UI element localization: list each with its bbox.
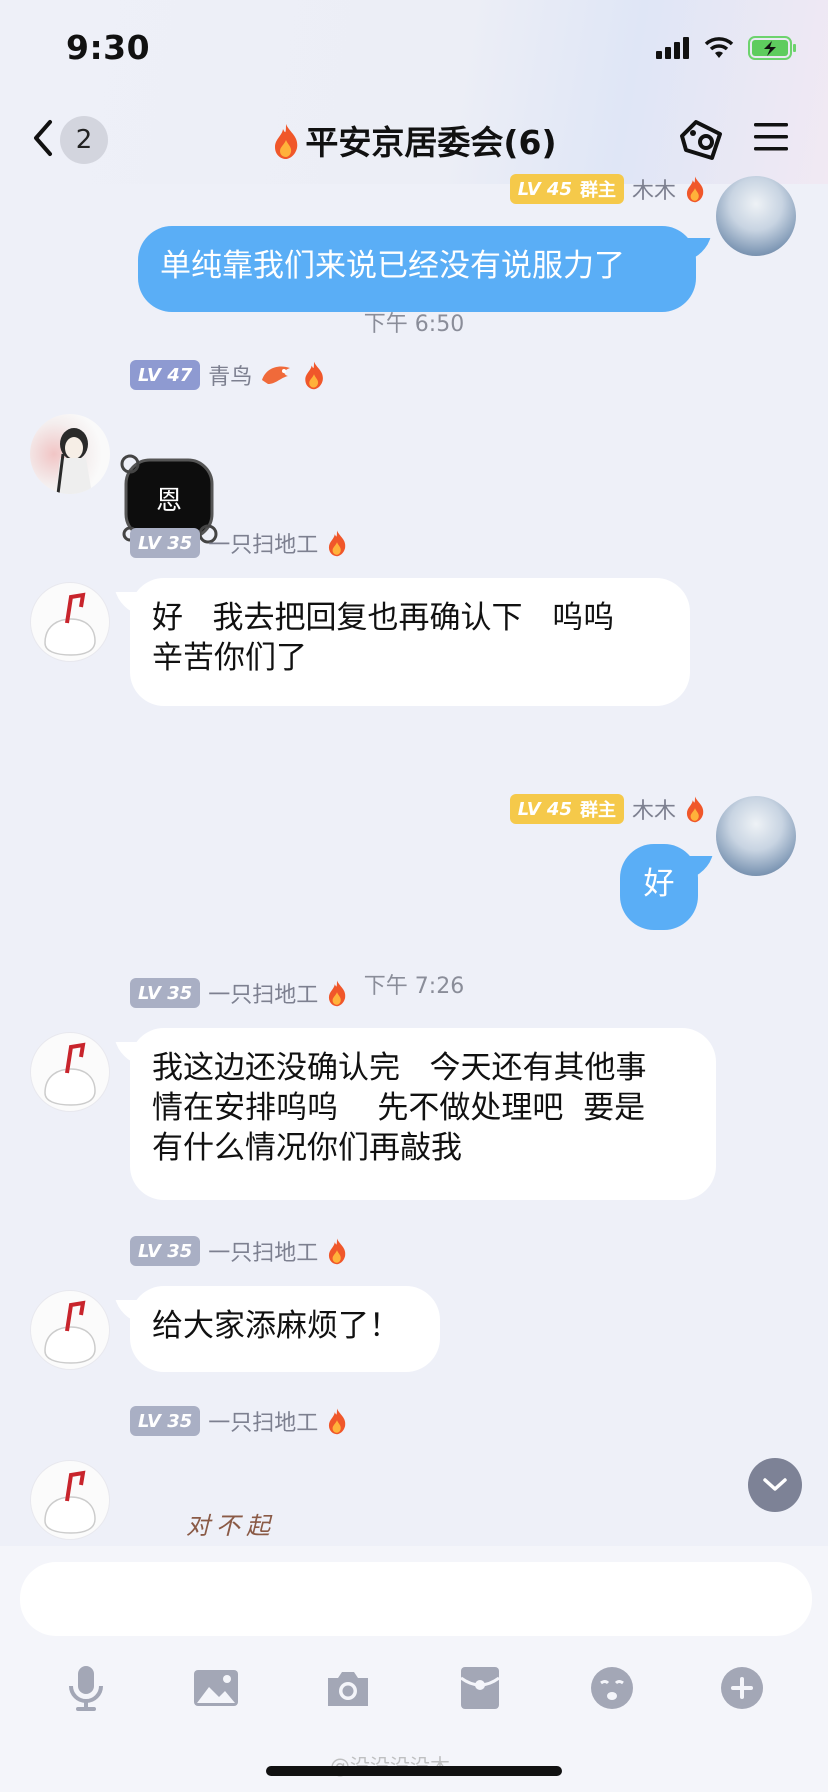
owner-role: 群主 [579, 180, 616, 201]
avatar[interactable] [30, 1290, 110, 1370]
sender-name[interactable]: 木木 [632, 793, 676, 825]
status-time: 9:30 [66, 28, 151, 67]
red-packet-button[interactable] [450, 1658, 510, 1718]
voice-button[interactable] [56, 1658, 116, 1718]
fire-icon [329, 530, 346, 557]
sender-name[interactable]: 一只扫地工 [208, 1405, 318, 1437]
avatar[interactable] [30, 414, 110, 494]
scroll-to-bottom-button[interactable] [748, 1458, 802, 1512]
wifi-icon [704, 37, 734, 58]
owner-role: 群主 [579, 800, 616, 821]
image-button[interactable] [186, 1658, 246, 1718]
chevron-down-icon [763, 1478, 787, 1491]
message-bubble[interactable]: 我这边还没确认完 今天还有其他事 情在安排呜呜 先不做处理吧 要是 有什么情况你… [130, 1028, 716, 1200]
avatar[interactable] [30, 1460, 110, 1540]
sticker-text: 恩 [155, 486, 182, 516]
avatar-illustration [56, 428, 92, 494]
plus-icon [721, 1667, 763, 1709]
dragon-badge-icon [262, 366, 291, 384]
ticket-link-icon[interactable] [676, 114, 726, 164]
message-input[interactable] [20, 1562, 812, 1636]
avatar[interactable] [30, 582, 110, 662]
sender-info: LV 35 一只扫地工 [130, 528, 348, 558]
level-badge: LV 47 [130, 360, 201, 390]
composer-toolbar [0, 1658, 828, 1738]
fire-icon [329, 1238, 346, 1265]
menu-icon[interactable] [752, 120, 790, 154]
level-badge: LV 35 [130, 978, 201, 1008]
sender-name[interactable]: 一只扫地工 [208, 977, 318, 1009]
chat-messages[interactable]: LV 45 群主 木木 单纯靠我们来说已经没有说服力了 下午 6:50 LV 47… [0, 174, 828, 1546]
image-icon [194, 1670, 238, 1706]
timestamp: 下午 7:26 [363, 974, 465, 999]
level-badge: LV 35 [130, 1236, 201, 1266]
level-badge: LV 35 [130, 1406, 201, 1436]
sender-info: LV 47 青鸟 [130, 360, 326, 390]
fire-icon [686, 796, 704, 823]
sender-info: LV 45 群主 木木 [509, 793, 706, 825]
level-text: LV 45 [517, 798, 572, 820]
emoji-button[interactable] [582, 1658, 642, 1718]
sender-info: LV 35 一只扫地工 [130, 978, 348, 1008]
sender-name[interactable]: 一只扫地工 [208, 527, 318, 559]
avatar-illustration [44, 1470, 96, 1534]
message-line: 有什么情况你们再敲我 [152, 1130, 462, 1166]
camera-icon [328, 1672, 368, 1706]
sticker-text[interactable]: 对不起 [186, 1506, 276, 1541]
status-icons [656, 36, 798, 60]
fire-icon [329, 980, 346, 1007]
emoji-icon [591, 1667, 633, 1709]
fire-icon [275, 124, 298, 159]
sender-name[interactable]: 一只扫地工 [208, 1235, 318, 1267]
message-line: 情在安排呜呜 先不做处理吧 要是 [152, 1090, 646, 1126]
message-bubble[interactable]: 好 我去把回复也再确认下 呜呜 辛苦你们了 [130, 578, 690, 706]
battery-charging-icon [748, 36, 796, 60]
camera-button[interactable] [318, 1658, 378, 1718]
message-line: 好 我去把回复也再确认下 呜呜 [152, 600, 615, 636]
avatar-illustration [44, 592, 96, 656]
level-badge: LV 45 群主 [509, 174, 624, 204]
level-badge: LV 35 [130, 528, 201, 558]
message-line: 辛苦你们了 [152, 640, 307, 676]
avatar[interactable] [716, 796, 796, 876]
chat-title-text: 平安京居委会(6) [305, 123, 557, 162]
top-bar: 9:30 2 平安京居委会(6) [0, 0, 828, 184]
more-button[interactable] [712, 1658, 772, 1718]
timestamp: 下午 6:50 [363, 312, 465, 337]
red-packet-icon [460, 1667, 500, 1709]
cellular-signal-icon [656, 37, 689, 59]
fire-icon [686, 176, 704, 203]
level-badge: LV 45 群主 [509, 794, 624, 824]
sender-info: LV 35 一只扫地工 [130, 1236, 348, 1266]
message-bubble[interactable]: 给大家添麻烦了！ [130, 1286, 440, 1372]
avatar[interactable] [30, 1032, 110, 1112]
sender-name[interactable]: 木木 [632, 173, 676, 205]
microphone-icon [69, 1666, 103, 1711]
avatar[interactable] [716, 176, 796, 256]
sender-name[interactable]: 青鸟 [208, 359, 252, 391]
message-line: 我这边还没确认完 今天还有其他事 [152, 1050, 647, 1086]
avatar-illustration [44, 1300, 96, 1364]
message-bubble[interactable]: 单纯靠我们来说已经没有说服力了 [138, 226, 696, 312]
avatar-illustration [44, 1042, 96, 1106]
sender-info: LV 35 一只扫地工 [130, 1406, 348, 1436]
home-indicator[interactable] [266, 1766, 562, 1776]
message-bubble[interactable]: 好 [620, 844, 698, 930]
fire-icon [305, 361, 324, 390]
composer-area: @没没没没木 [0, 1546, 828, 1792]
sender-info: LV 45 群主 木木 [509, 173, 706, 205]
level-text: LV 45 [517, 178, 572, 200]
fire-icon [329, 1408, 346, 1435]
